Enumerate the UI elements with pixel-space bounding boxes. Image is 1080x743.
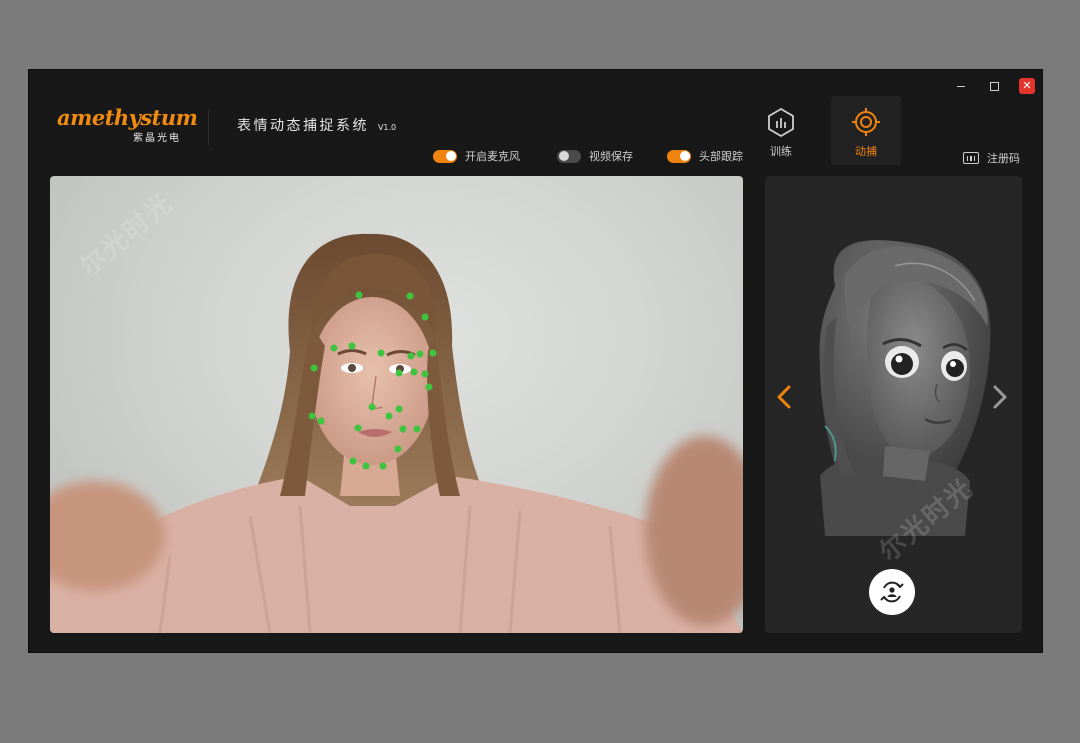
keyboard-icon — [963, 152, 979, 164]
chevron-right-icon[interactable] — [990, 382, 1010, 412]
video-save-toggle-label: 视频保存 — [589, 150, 633, 163]
brand-logo: amethystum 紫晶光电 — [57, 105, 198, 145]
register-code-label: 注册码 — [987, 152, 1020, 165]
app-title: 表情动态捕捉系统 V1.0 — [237, 115, 396, 135]
video-save-toggle[interactable]: 视频保存 — [557, 148, 633, 164]
header-divider — [208, 109, 209, 145]
tab-mocap[interactable]: 动捕 — [831, 96, 901, 165]
hexagon-bar-chart-icon — [768, 107, 794, 137]
video-save-switch[interactable] — [557, 149, 581, 163]
app-title-text: 表情动态捕捉系统 — [237, 118, 369, 134]
switch-person-icon — [880, 581, 904, 603]
head-tracking-switch[interactable] — [667, 149, 691, 163]
camera-frame-image — [50, 233, 743, 633]
logo-wordmark: amethystum — [57, 105, 198, 130]
head-tracking-toggle-label: 头部跟踪 — [699, 150, 743, 163]
microphone-toggle[interactable]: 开启麦克风 — [433, 148, 520, 164]
tab-train-label: 训练 — [770, 145, 792, 158]
avatar-3d-model — [819, 240, 991, 536]
microphone-switch[interactable] — [433, 149, 457, 163]
head-tracking-toggle[interactable]: 头部跟踪 — [667, 148, 743, 164]
register-code-button[interactable]: 注册码 — [963, 150, 1020, 166]
microphone-toggle-label: 开启麦克风 — [465, 150, 520, 163]
tab-mocap-label: 动捕 — [855, 145, 877, 158]
avatar-preview-panel — [765, 176, 1022, 633]
app-version: V1.0 — [377, 123, 397, 132]
crosshair-target-icon — [852, 108, 880, 136]
logo-subtitle: 紫晶光电 — [133, 133, 181, 144]
camera-feed — [50, 176, 743, 633]
minimize-button[interactable] — [953, 78, 969, 94]
chevron-left-icon[interactable] — [774, 382, 794, 412]
close-button[interactable]: ✕ — [1019, 78, 1035, 94]
tab-train[interactable]: 训练 — [746, 96, 816, 165]
switch-avatar-button[interactable] — [869, 569, 915, 615]
app-window: ✕ amethystum 紫晶光电 表情动态捕捉系统 V1.0 开启麦克风 视频… — [28, 69, 1043, 653]
maximize-button[interactable] — [986, 78, 1002, 94]
